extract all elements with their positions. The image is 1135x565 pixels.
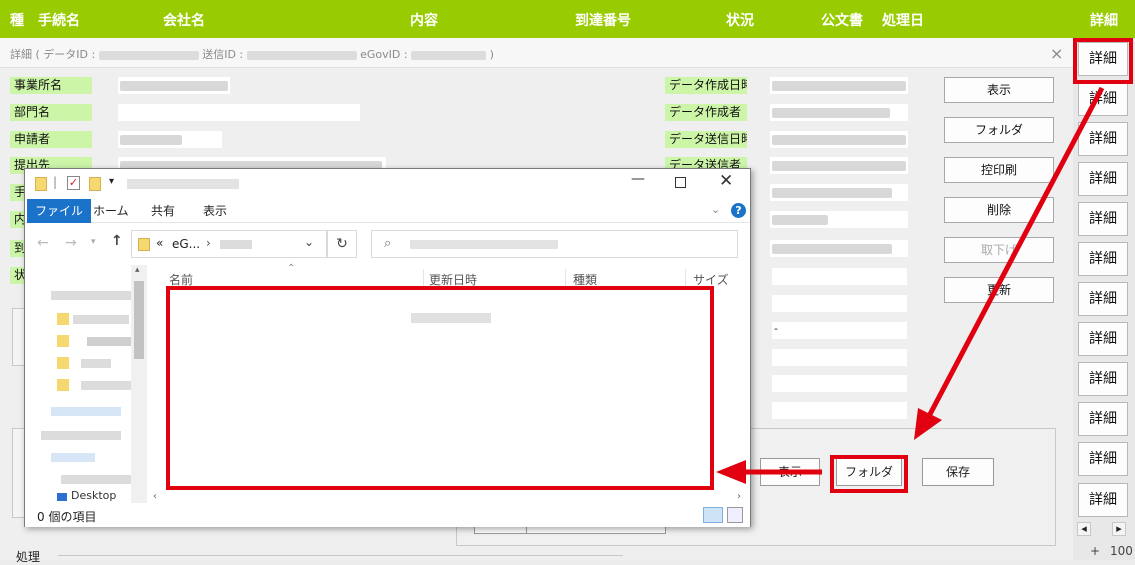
arrow-to-folder-line <box>925 86 1105 420</box>
annotation-arrows <box>716 86 1105 484</box>
arrow-to-list-head <box>716 460 746 484</box>
